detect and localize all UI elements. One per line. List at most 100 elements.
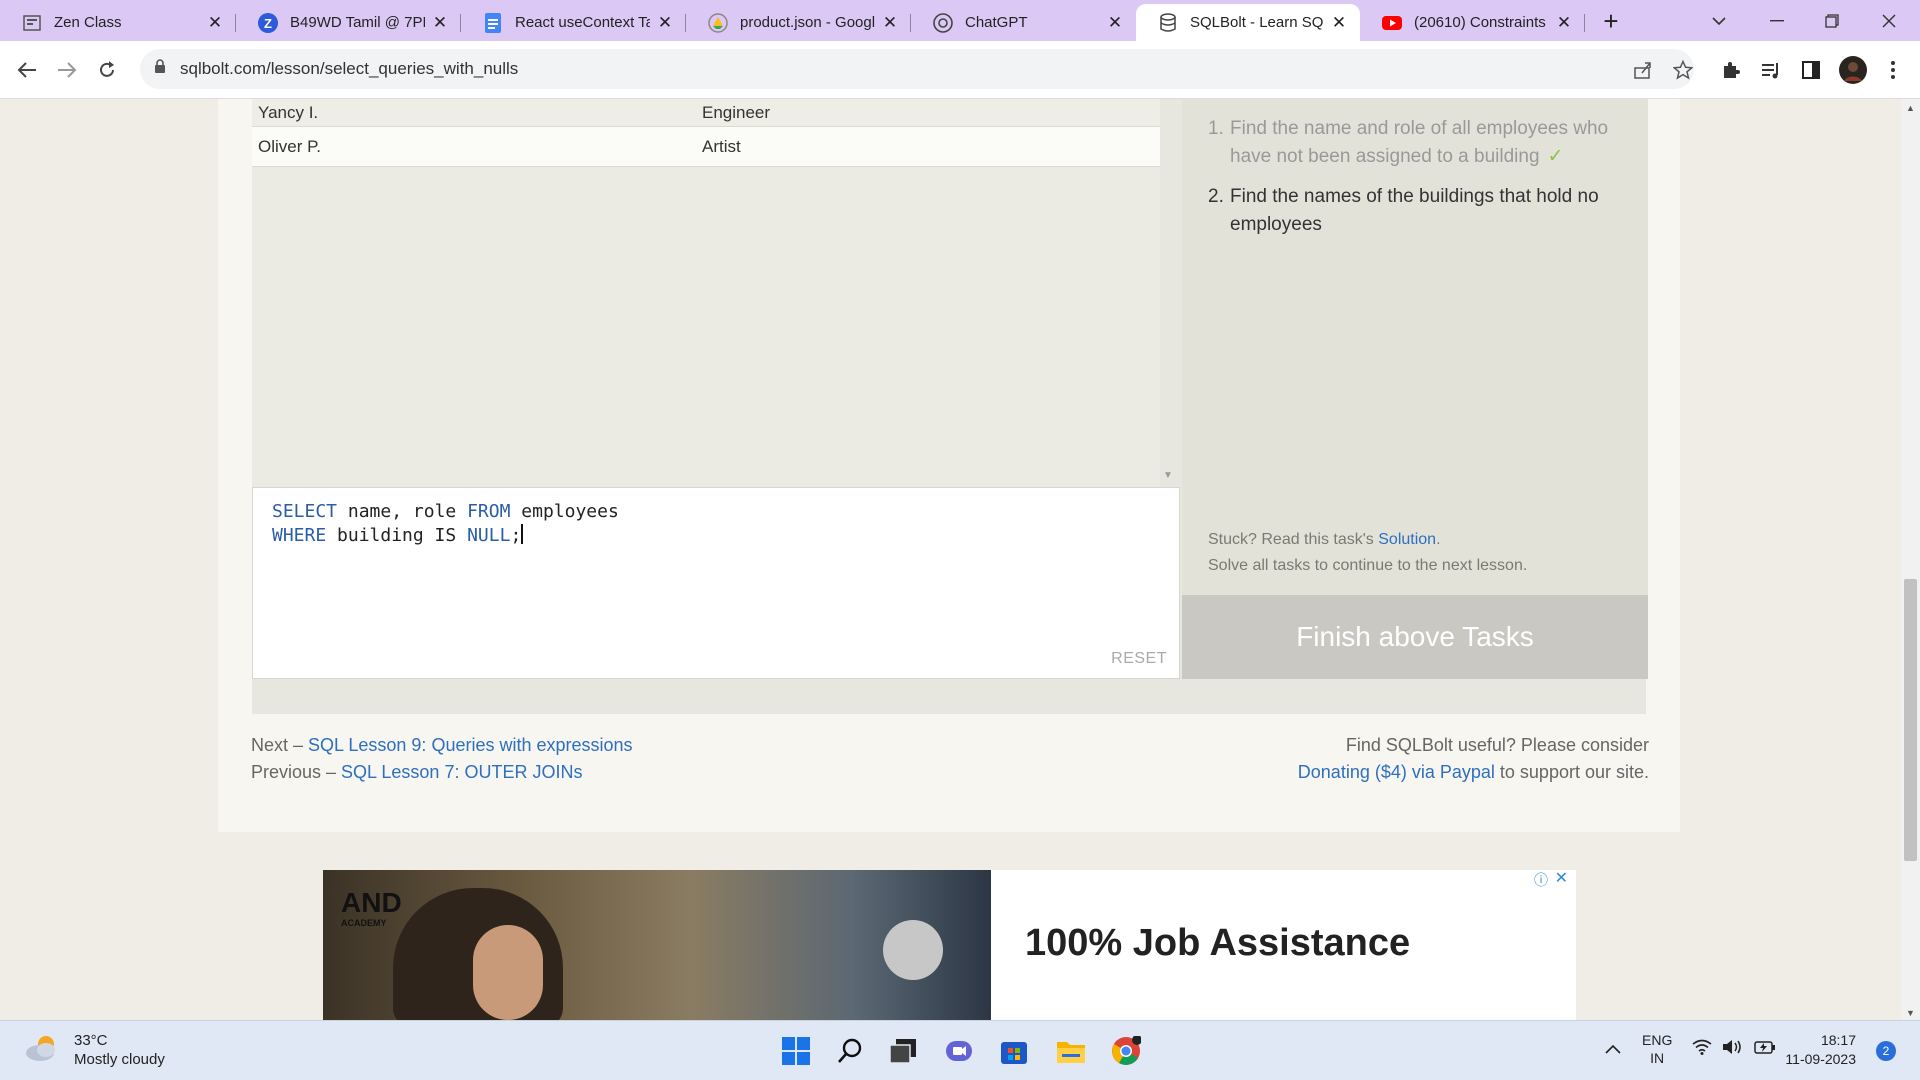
zen-class-icon (22, 13, 42, 33)
ad-close-icon[interactable]: ✕ (1555, 870, 1568, 888)
sql-keyword: WHERE (272, 525, 327, 546)
chrome-icon[interactable] (1106, 1031, 1146, 1071)
finish-tasks-button[interactable]: Finish above Tasks (1182, 595, 1648, 679)
tab-sqlbolt[interactable]: SQLBolt - Learn SQL - ✕ (1136, 4, 1360, 41)
windows-taskbar: 33°C Mostly cloudy ENG IN 18:17 11-09-20… (0, 1020, 1920, 1080)
page-scrollbar[interactable]: ▲ ▼ (1901, 99, 1920, 1020)
notification-badge[interactable]: 2 (1876, 1041, 1896, 1061)
profile-avatar[interactable] (1836, 53, 1870, 87)
teams-chat-icon[interactable] (939, 1031, 979, 1071)
media-playlist-icon[interactable] (1754, 53, 1788, 87)
search-icon[interactable] (830, 1031, 870, 1071)
tab-chatgpt[interactable]: ChatGPT ✕ (911, 4, 1136, 41)
more-menu-icon[interactable] (1876, 53, 1910, 87)
close-tab-icon[interactable]: ✕ (1555, 13, 1573, 32)
donate-link[interactable]: Donating ($4) via Paypal (1298, 762, 1495, 782)
battery-icon[interactable] (1754, 1039, 1776, 1058)
stuck-text: Stuck? Read this task's (1208, 531, 1379, 548)
sql-keyword: SELECT (272, 501, 338, 522)
task-label: Find the names of the buildings that hol… (1230, 186, 1599, 235)
close-tab-icon[interactable]: ✕ (1106, 13, 1124, 32)
tab-product-json[interactable]: product.json - Google ✕ (686, 4, 911, 41)
task-view-icon[interactable] (883, 1031, 923, 1071)
tab-zoom[interactable]: Z B49WD Tamil @ 7PM ✕ (236, 4, 461, 41)
region-code: IN (1650, 1050, 1665, 1066)
sql-code[interactable]: SELECT name, role FROM employees WHERE b… (272, 500, 619, 548)
task-item: 1. Find the name and role of all employe… (1208, 115, 1628, 171)
minimize-icon[interactable] (1760, 4, 1794, 38)
scroll-up-icon[interactable]: ▲ (1906, 103, 1915, 113)
sql-keyword: NULL (467, 525, 511, 546)
close-tab-icon[interactable]: ✕ (1330, 13, 1348, 32)
tab-title: React useContext Task (515, 14, 650, 31)
side-panel-icon[interactable] (1794, 53, 1828, 87)
useful-text: Find SQLBolt useful? Please consider (1345, 735, 1649, 755)
file-explorer-icon[interactable] (1051, 1031, 1091, 1071)
task-list: 1. Find the name and role of all employe… (1208, 115, 1628, 251)
table-row: Yancy I. Engineer (252, 99, 1160, 127)
tab-zen-class[interactable]: Zen Class ✕ (0, 4, 236, 41)
ad-image[interactable]: AND ACADEMY (323, 870, 991, 1020)
microsoft-store-icon[interactable] (994, 1031, 1034, 1071)
extensions-puzzle-icon[interactable] (1714, 53, 1748, 87)
back-arrow-icon[interactable] (10, 53, 44, 87)
share-icon[interactable] (1628, 53, 1658, 87)
text-caret (521, 524, 524, 544)
solution-link[interactable]: Solution (1378, 531, 1436, 548)
close-tab-icon[interactable]: ✕ (881, 13, 899, 32)
lock-icon[interactable] (154, 59, 166, 79)
close-tab-icon[interactable]: ✕ (656, 13, 674, 32)
results-scroll-down-icon[interactable]: ▼ (1163, 470, 1173, 481)
reload-icon[interactable] (90, 53, 124, 87)
advertisement-banner[interactable]: AND ACADEMY 100% Job Assistance ⓘ ✕ (323, 870, 1576, 1020)
forward-arrow-icon[interactable] (50, 53, 84, 87)
ad-logo-sub: ACADEMY (341, 918, 387, 928)
google-drive-icon (708, 12, 728, 33)
new-tab-button[interactable]: + (1594, 4, 1628, 38)
restore-icon[interactable] (1815, 4, 1849, 38)
system-clock[interactable]: 18:17 11-09-2023 (1785, 1031, 1856, 1069)
sql-editor[interactable]: SELECT name, role FROM employees WHERE b… (252, 487, 1180, 679)
scrollbar-thumb[interactable] (1904, 579, 1917, 861)
windows-start-icon[interactable] (776, 1031, 816, 1071)
sql-text: name, role (337, 501, 468, 522)
clock-date: 11-09-2023 (1785, 1051, 1856, 1067)
show-hidden-icons-chevron-icon[interactable] (1605, 1041, 1621, 1057)
close-window-icon[interactable] (1872, 4, 1906, 38)
ad-info-icon[interactable]: ⓘ (1534, 870, 1548, 890)
wifi-icon[interactable] (1692, 1039, 1712, 1058)
table-row: Oliver P. Artist (252, 127, 1160, 167)
tab-search-chevron-icon[interactable] (1702, 4, 1736, 38)
cloudy-weather-icon (24, 1033, 60, 1068)
lesson-navigation: Next – SQL Lesson 9: Queries with expres… (251, 732, 633, 786)
browser-toolbar: sqlbolt.com/lesson/select_queries_with_n… (0, 41, 1920, 99)
ad-headline[interactable]: 100% Job Assistance (1025, 922, 1410, 965)
tab-react-usecontext[interactable]: React useContext Task ✕ (461, 4, 686, 41)
task-text: Find the name and role of all employees … (1230, 115, 1628, 171)
reset-button[interactable]: RESET (1111, 650, 1167, 668)
close-tab-icon[interactable]: ✕ (206, 13, 224, 32)
ad-logo-text: AND (341, 887, 402, 918)
donate-suffix: to support our site. (1494, 762, 1649, 782)
svg-text:Z: Z (264, 16, 272, 31)
volume-icon[interactable] (1722, 1039, 1744, 1058)
task-help: Stuck? Read this task's Solution. Solve … (1208, 527, 1527, 579)
bookmark-star-icon[interactable] (1668, 53, 1698, 87)
ad-logo: AND ACADEMY (341, 888, 402, 958)
language-indicator[interactable]: ENG IN (1642, 1031, 1672, 1067)
address-bar[interactable]: sqlbolt.com/lesson/select_queries_with_n… (140, 49, 1694, 89)
previous-lesson-link[interactable]: SQL Lesson 7: OUTER JOINs (341, 762, 582, 782)
tab-title: ChatGPT (965, 14, 1028, 31)
next-lesson-link[interactable]: SQL Lesson 9: Queries with expressions (308, 735, 633, 755)
continue-note: Solve all tasks to continue to the next … (1208, 557, 1528, 574)
url-text[interactable]: sqlbolt.com/lesson/select_queries_with_n… (180, 59, 518, 79)
checkmark-icon: ✓ (1547, 146, 1564, 167)
language-code: ENG (1642, 1032, 1673, 1048)
next-prefix: Next – (251, 735, 309, 755)
close-tab-icon[interactable]: ✕ (431, 13, 449, 32)
sql-keyword: FROM (467, 501, 511, 522)
tab-youtube[interactable]: (20610) Constraints in ✕ (1360, 4, 1585, 41)
scroll-down-icon[interactable]: ▼ (1906, 1008, 1915, 1018)
weather-widget[interactable]: 33°C Mostly cloudy (24, 1031, 165, 1069)
database-icon (1158, 12, 1178, 33)
